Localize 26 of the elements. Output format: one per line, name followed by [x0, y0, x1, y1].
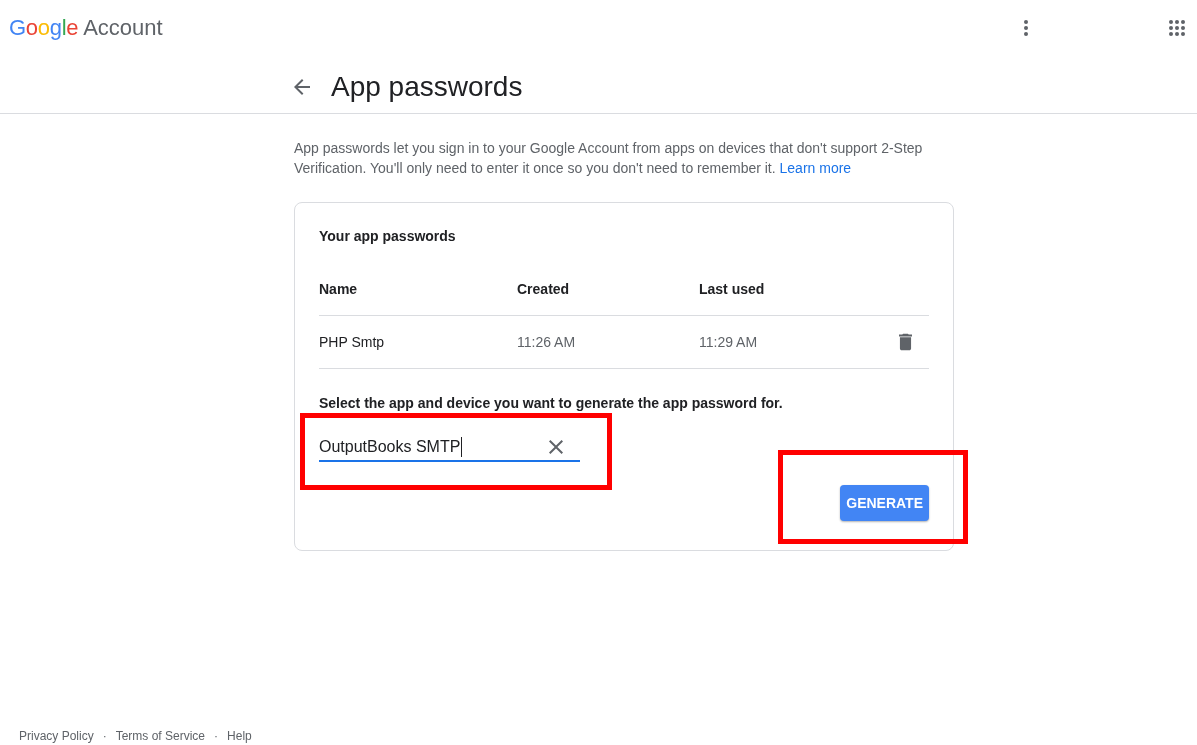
column-header: Name [319, 279, 358, 299]
footer-link[interactable]: Help [227, 728, 252, 744]
table-cell-text: PHP Smtp [319, 333, 385, 352]
footer-link[interactable]: Terms of Service [115, 728, 206, 744]
footer-link[interactable]: Privacy Policy [19, 728, 94, 744]
back-arrow-icon[interactable] [294, 78, 310, 95]
more-vert-icon[interactable] [1024, 20, 1028, 36]
card-title: Your app passwords [319, 227, 457, 246]
footer-separator: · [102, 728, 107, 744]
product-name: Account [83, 15, 163, 41]
generate-button[interactable]: GENERATE [840, 485, 929, 521]
apps-grid-icon[interactable] [1169, 20, 1185, 36]
table-cell-text: 11:26 AM [517, 333, 576, 352]
description-text: App passwords let you sign in to your Google Account from apps on devices that don't support 2-Step Verification. You'll only need to enter it once so you don't need to remember it. Learn more [294, 139, 924, 178]
google-logo[interactable]: Google [9, 15, 79, 41]
column-header: Last used [699, 279, 765, 299]
learn-more-link[interactable]: Learn more [779, 160, 852, 176]
clear-icon[interactable] [549, 440, 563, 454]
trash-icon[interactable] [898, 333, 912, 351]
column-header: Created [517, 279, 570, 299]
prompt-text: Select the app and device you want to generate the app password for. [319, 394, 784, 412]
footer-separator: · [214, 728, 219, 744]
text-cursor-icon [461, 437, 463, 457]
page-title: App passwords [331, 70, 523, 103]
table-cell-text: 11:29 AM [699, 333, 758, 352]
app-name-field[interactable]: OutputBooks SMTP [319, 432, 580, 462]
